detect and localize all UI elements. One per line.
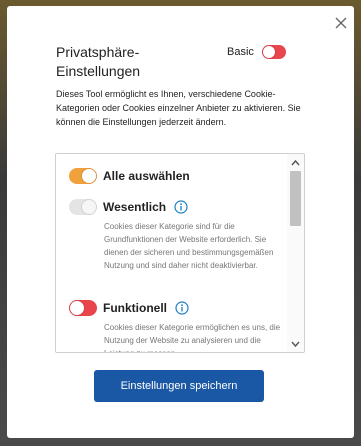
- functional-label: Funktionell: [103, 301, 167, 315]
- scroll-thumb[interactable]: [290, 171, 301, 226]
- info-icon[interactable]: [174, 200, 188, 214]
- essential-label: Wesentlich: [103, 200, 167, 214]
- functional-toggle[interactable]: [69, 300, 97, 316]
- close-icon: [335, 17, 347, 29]
- save-settings-button[interactable]: Einstellungen speichern: [94, 370, 264, 402]
- dialog-title: Privatsphäre-Einstellungen: [56, 44, 141, 79]
- chevron-down-icon: [291, 341, 300, 348]
- functional-description: Cookies dieser Kategorie ermöglichen es …: [104, 323, 281, 352]
- categories-list: Alle auswählen Wesentlich Cookies dieser…: [56, 154, 288, 352]
- intro-text: Dieses Tool ermöglicht es Ihnen, verschi…: [56, 89, 301, 127]
- cookie-categories-panel: Alle auswählen Wesentlich Cookies dieser…: [55, 153, 305, 353]
- toggle-knob: [262, 46, 275, 58]
- toggle-knob: [82, 169, 96, 183]
- essential-row: Wesentlich: [69, 199, 188, 215]
- essential-toggle: [69, 199, 97, 215]
- essential-description: Cookies dieser Kategorie sind für die Gr…: [104, 222, 274, 270]
- select-all-label: Alle auswählen: [103, 169, 190, 183]
- basic-label: Basic: [227, 46, 254, 58]
- toggle-knob: [82, 200, 96, 214]
- select-all-row: Alle auswählen: [69, 168, 190, 184]
- scrollbar[interactable]: [287, 154, 304, 352]
- scroll-down-button[interactable]: [287, 337, 304, 352]
- scroll-up-button[interactable]: [287, 155, 304, 170]
- toggle-knob: [70, 301, 84, 315]
- basic-toggle[interactable]: [261, 45, 286, 59]
- info-icon[interactable]: [175, 301, 189, 315]
- close-button[interactable]: [330, 12, 352, 34]
- privacy-settings-dialog: Privatsphäre-Einstellungen Basic Dieses …: [7, 6, 354, 438]
- functional-row: Funktionell: [69, 300, 189, 316]
- select-all-toggle[interactable]: [69, 168, 97, 184]
- basic-toggle-group: Basic: [227, 42, 286, 62]
- chevron-up-icon: [291, 159, 300, 166]
